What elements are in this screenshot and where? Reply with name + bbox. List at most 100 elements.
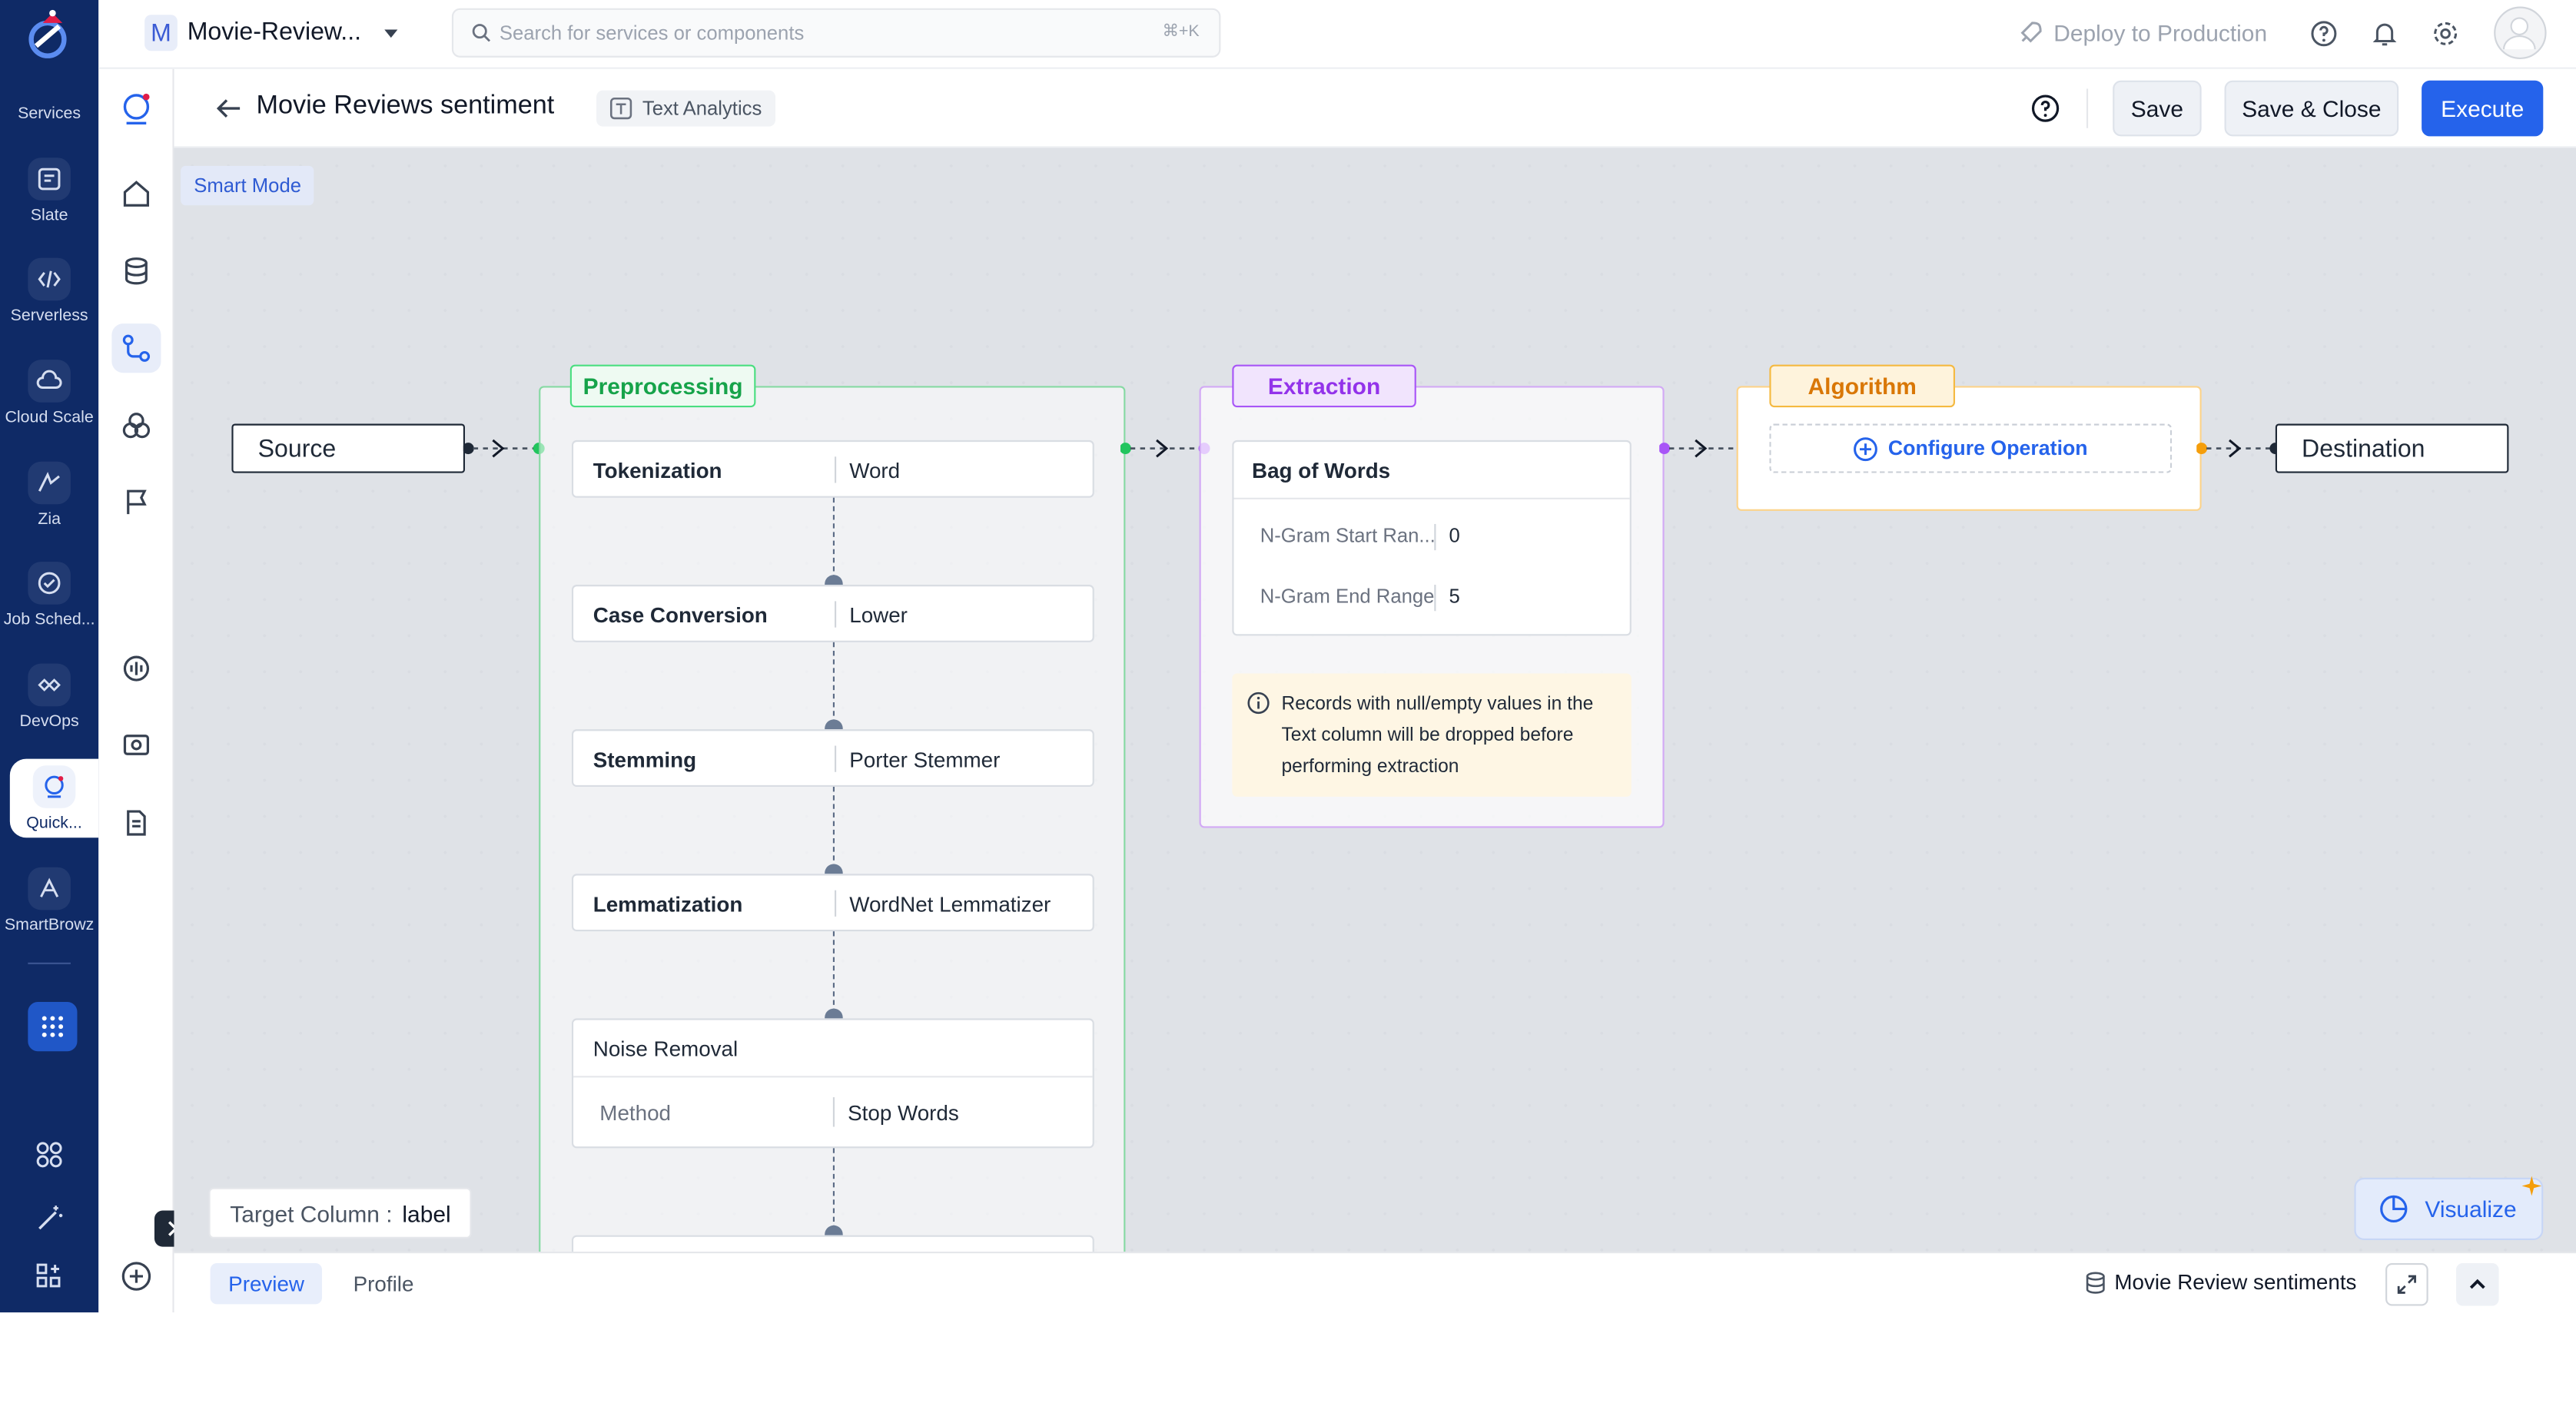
datastore-icon[interactable] [111,247,161,296]
rail-label: Serverless [10,307,88,326]
info-icon [1247,692,1270,715]
operation-name: Tokenization [593,457,722,483]
project-badge: M [144,15,178,51]
rail-label: Cloud Scale [5,409,94,427]
destination-node[interactable]: Destination [2275,423,2509,473]
step-connector [832,1148,835,1231]
param-value: Stop Words [832,1097,959,1127]
monitor-icon[interactable] [111,644,161,693]
deploy-to-production-button[interactable]: Deploy to Production [2053,20,2267,46]
add-circle-icon [1854,436,1878,461]
target-column-chip[interactable]: Target Column : label [208,1187,473,1239]
source-connector [463,439,545,458]
flag-icon[interactable] [111,478,161,527]
preprocessing-stage: Tokenization Word Case Conversion Lower … [539,386,1126,1252]
search-input[interactable]: Search for services or components ⌘+K [451,8,1221,58]
lemmatization-operation[interactable]: Lemmatization WordNet Lemmatizer [571,874,1094,932]
rail-item-quickml[interactable]: Quick... [9,758,99,838]
user-avatar[interactable] [2494,6,2547,59]
tab-preview[interactable]: Preview [210,1262,323,1305]
case-conversion-operation[interactable]: Case Conversion Lower [571,585,1094,642]
pie-chart-icon [2380,1195,2408,1223]
smart-mode-badge[interactable]: Smart Mode [181,165,315,206]
add-circle-icon[interactable] [111,1252,161,1301]
dataset-icon [2086,1272,2105,1294]
rail-item-cloud-scale[interactable]: Cloud Scale [0,360,98,427]
rail-divider [28,962,71,964]
execute-button[interactable]: Execute [2422,80,2544,137]
catalyst-logo[interactable] [20,7,76,63]
chevron-up-icon[interactable] [2456,1262,2499,1306]
apps-grid-icon[interactable] [28,1002,78,1052]
target-column-value: label [402,1199,451,1226]
noise-removal-operation[interactable]: Noise Removal Method Stop Words [571,1018,1094,1149]
param-label: Method [599,1100,672,1126]
rail-label: Job Sched... [3,611,95,629]
stemming-operation[interactable]: Stemming Porter Stemmer [571,729,1094,788]
cloud-scale-icon [28,360,71,403]
services-rail: Services Slate Serverless Cloud Scale Zi… [0,0,99,1313]
back-arrow-icon[interactable] [214,94,243,123]
operation-name: Stemming [593,746,697,771]
header-divider [2086,88,2089,128]
save-button[interactable]: Save [2113,80,2202,137]
quickml-nav [98,68,174,1313]
step-connector [832,931,835,1014]
expand-icon[interactable] [2385,1262,2428,1306]
source-node[interactable]: Source [231,423,465,473]
extraction-method-card[interactable]: Bag of Words N-Gram Start Ran... 0 N-Gra… [1232,439,1632,636]
search-shortcut: ⌘+K [1162,22,1200,41]
rail-item-devops[interactable]: DevOps [0,663,98,731]
extraction-stage: Bag of Words N-Gram Start Ran... 0 N-Gra… [1199,386,1665,828]
operation-value: WordNet Lemmatizer [835,890,1051,917]
algorithm-connector [2196,439,2282,458]
extraction-notice: Records with null/empty values in the Te… [1232,673,1632,797]
integrations-icon[interactable] [35,1140,64,1169]
dataset-name: Movie Review sentiments [2114,1269,2357,1295]
deployments-icon[interactable] [111,721,161,770]
step-connector [832,787,835,869]
quickml-logo-icon[interactable] [111,84,161,133]
configure-operation-button[interactable]: Configure Operation [1769,423,2173,473]
notice-text: Records with null/empty values in the Te… [1281,695,1594,778]
connector-knob [825,719,843,730]
tab-profile[interactable]: Profile [338,1263,428,1304]
operation-name: Case Conversion [593,602,768,627]
save-close-button[interactable]: Save & Close [2224,80,2399,137]
models-icon[interactable] [111,401,161,450]
pipeline-canvas[interactable]: Smart Mode Source Tokenization Word Case… [174,148,2576,1252]
extraction-title: Extraction [1232,364,1416,408]
next-operation[interactable] [571,1235,1094,1252]
operation-value: Word [835,456,900,483]
category-tag-label: Text Analytics [642,97,762,121]
smartbrowz-icon [28,867,71,910]
rail-item-job-scheduler[interactable]: Job Sched... [0,562,98,629]
rail-label: Slate [30,207,68,225]
help-icon[interactable] [2030,94,2060,123]
tokenization-operation[interactable]: Tokenization Word [571,439,1094,498]
target-column-label: Target Column : [230,1199,393,1226]
docs-icon[interactable] [111,798,161,847]
rail-item-slate[interactable]: Slate [0,158,98,225]
add-apps-icon[interactable] [35,1262,64,1291]
quickml-icon [32,765,76,808]
serverless-icon [28,257,71,301]
connector-knob [825,864,843,874]
rail-item-serverless[interactable]: Serverless [0,257,98,326]
help-icon[interactable] [2310,20,2338,48]
rail-item-smartbrowz[interactable]: SmartBrowz [0,867,98,935]
notification-bell-icon[interactable] [2371,20,2398,48]
visualize-button[interactable]: Visualize [2354,1177,2544,1241]
param-value: 5 [1434,585,1460,612]
magic-wand-icon[interactable] [35,1204,64,1233]
pipelines-icon[interactable] [111,323,161,373]
rail-item-zia[interactable]: Zia [0,461,98,529]
rail-label: SmartBrowz [4,916,95,935]
project-name[interactable]: Movie-Review... [188,18,361,46]
caret-down-icon[interactable] [381,23,401,43]
zia-icon [28,461,71,505]
top-bar: M Movie-Review... Search for services or… [98,0,2576,69]
settings-gear-icon[interactable] [2432,20,2459,48]
home-icon[interactable] [111,169,161,218]
category-tag: Text Analytics [596,90,775,127]
